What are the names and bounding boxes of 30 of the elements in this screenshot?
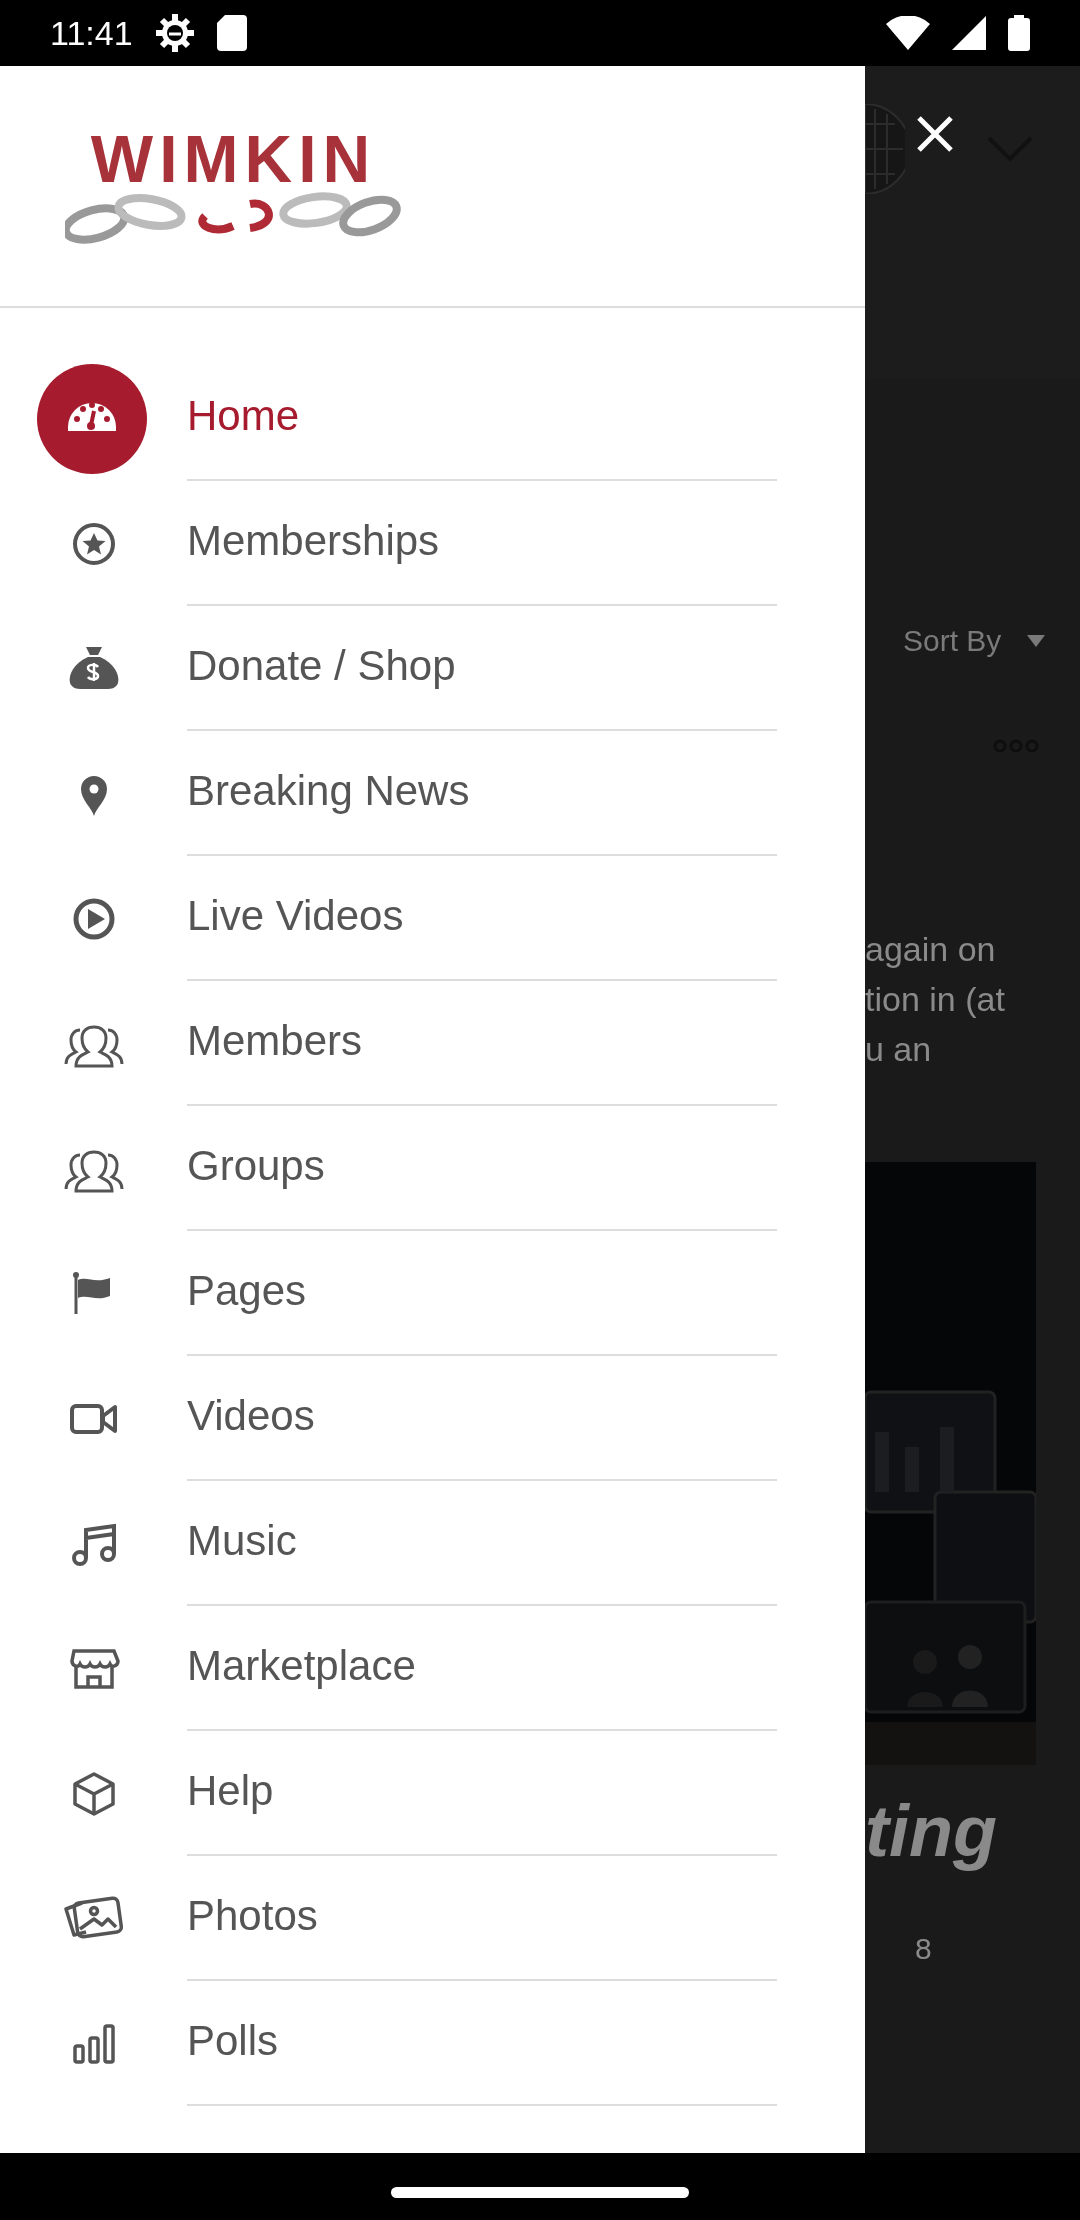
menu-item[interactable]: Help [187,1731,777,1856]
menu-item[interactable]: Videos [187,1356,777,1481]
menu-item[interactable]: Marketplace [187,1606,777,1731]
menu-item[interactable]: Home [187,356,777,481]
menu-item[interactable]: Memberships [187,481,777,606]
wifi-icon [886,16,930,50]
close-icon[interactable] [915,114,955,154]
menu-item[interactable]: Breaking News [187,731,777,856]
menu-item[interactable]: Members [187,981,777,1106]
body-text-line: again on [865,929,997,970]
signal-icon [952,16,986,50]
menu-item[interactable]: Groups [187,1106,777,1231]
menu-item[interactable]: Live Videos [187,856,777,981]
menu-item[interactable]: Photos [187,1856,777,1981]
home-handle[interactable] [391,2187,689,2198]
body-text-line: tion in (at [865,979,1006,1020]
count-text: 8 [915,1932,933,1966]
body-text-line: u an [865,1029,933,1070]
gear-icon [154,13,195,53]
menu-item[interactable]: Donate / Shop [187,606,777,731]
status-time: 11:41 [50,13,133,53]
logo-text: WIMKIN [90,128,377,190]
menu-item[interactable]: Music [187,1481,777,1606]
menu-item[interactable]: Polls [187,1981,777,2106]
sort-label: Sort By [903,624,1002,658]
headline-text: ting [865,1790,998,1872]
caret-icon [1027,635,1046,647]
sd-card-icon [216,15,247,51]
battery-icon [1008,15,1030,51]
menu-item[interactable]: Pages [187,1231,777,1356]
